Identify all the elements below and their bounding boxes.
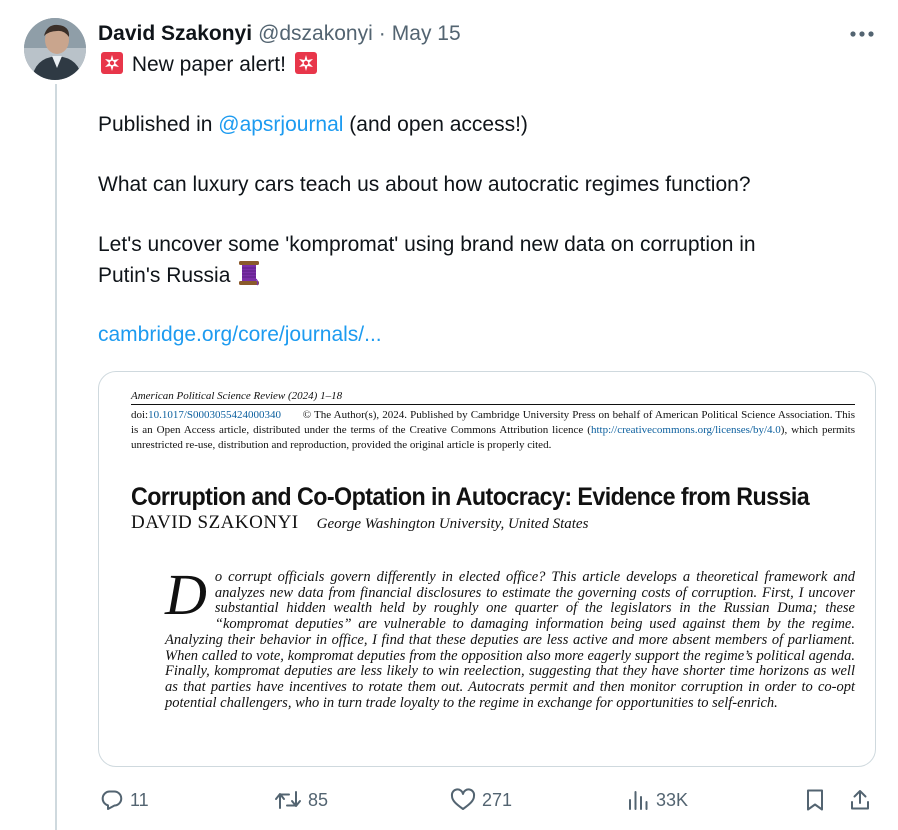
avatar[interactable] xyxy=(24,18,86,80)
paper-abstract: Do corrupt officials govern differently … xyxy=(131,562,855,711)
views-button[interactable]: 33K xyxy=(626,784,688,816)
uncover-line-2: Putin's Russia xyxy=(98,260,858,290)
alert-line: New paper alert! xyxy=(98,50,858,80)
uncover-text-2: Putin's Russia xyxy=(98,264,237,287)
doi-prefix: doi: xyxy=(131,409,149,421)
doi-link: 10.1017/S0003055424000340 xyxy=(148,409,282,421)
reply-icon xyxy=(100,788,124,812)
paper-affiliation: George Washington University, United Sta… xyxy=(316,516,589,532)
abstract-text: o corrupt officials govern differently i… xyxy=(165,569,855,711)
header-rule xyxy=(131,404,855,405)
uncover-line-1: Let's uncover some 'kompromat' using bra… xyxy=(98,233,756,256)
author-handle[interactable]: @dszakonyi xyxy=(258,22,373,46)
published-prefix: Published in xyxy=(98,113,219,136)
bookmark-button[interactable] xyxy=(804,784,826,816)
views-icon xyxy=(626,788,650,812)
more-icon[interactable] xyxy=(846,20,878,48)
thread-emoji xyxy=(238,260,260,295)
like-button[interactable]: 271 xyxy=(450,784,512,816)
tweet-body: New paper alert! Published in @apsrjourn… xyxy=(98,50,858,350)
siren-emoji xyxy=(100,51,124,84)
article-link[interactable]: cambridge.org/core/journals/... xyxy=(98,320,858,350)
published-line: Published in @apsrjournal (and open acce… xyxy=(98,110,858,140)
like-count: 271 xyxy=(482,789,513,810)
repost-button[interactable]: 85 xyxy=(274,784,328,816)
paper-title: Corruption and Co-Optation in Autocracy:… xyxy=(131,483,810,511)
bookmark-icon xyxy=(804,788,826,812)
thread-line xyxy=(55,84,57,830)
action-bar: 11 85 271 33K xyxy=(98,784,878,816)
journal-citation: American Political Science Review (2024)… xyxy=(131,390,343,402)
separator: · xyxy=(378,22,386,45)
copyright-notice: doi:10.1017/S0003055424000340 © The Auth… xyxy=(131,408,855,453)
reply-count: 11 xyxy=(130,789,149,810)
repost-count: 85 xyxy=(308,789,329,810)
question-line: What can luxury cars teach us about how … xyxy=(98,173,751,196)
author-line: DAVID SZAKONYI George Washington Univers… xyxy=(131,512,855,534)
license-link: http://creativecommons.org/licenses/by/4… xyxy=(590,424,781,436)
published-suffix: (and open access!) xyxy=(343,113,528,136)
share-icon xyxy=(848,788,872,812)
views-count: 33K xyxy=(656,789,689,810)
siren-emoji-2 xyxy=(294,51,318,84)
drop-cap: D xyxy=(165,562,207,627)
share-button[interactable] xyxy=(848,784,872,816)
article-preview-card[interactable]: American Political Science Review (2024)… xyxy=(98,371,876,767)
paper-author: DAVID SZAKONYI xyxy=(131,512,299,533)
paper-image: American Political Science Review (2024)… xyxy=(131,390,855,711)
alert-text: New paper alert! xyxy=(126,53,292,76)
heart-icon xyxy=(450,788,476,812)
reply-button[interactable]: 11 xyxy=(100,784,149,816)
repost-icon xyxy=(274,788,302,812)
tweet-header: David Szakonyi @dszakonyi · May 15 xyxy=(98,20,461,48)
tweet-date[interactable]: May 15 xyxy=(392,22,461,46)
author-name[interactable]: David Szakonyi xyxy=(98,22,252,46)
mention-link[interactable]: @apsrjournal xyxy=(218,113,343,136)
